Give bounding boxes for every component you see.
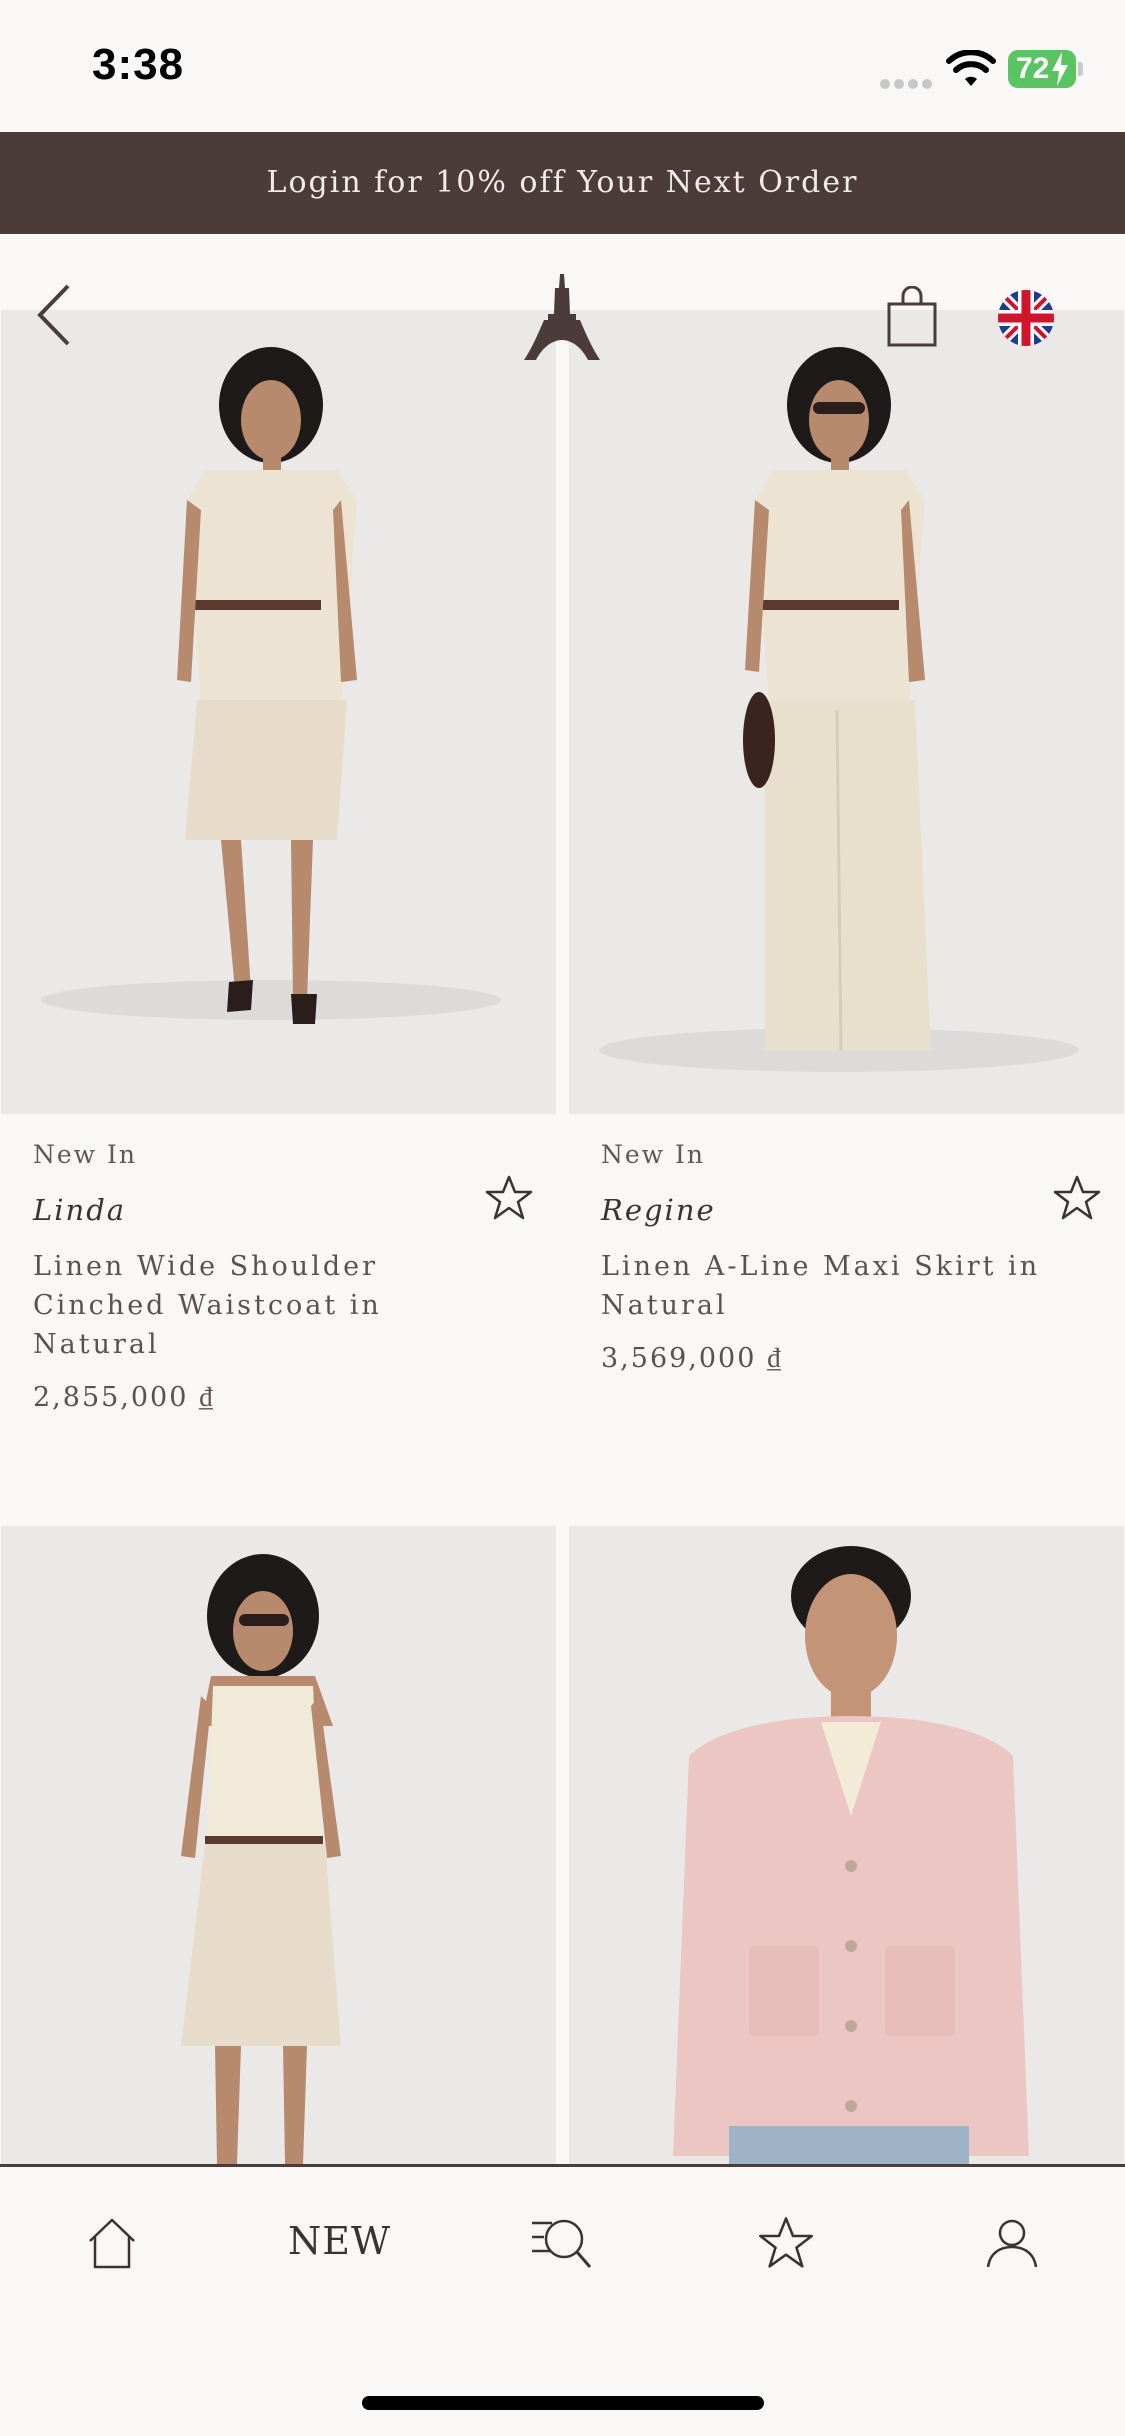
product-tag: New In: [33, 1140, 137, 1169]
status-bar: 3:38 72: [0, 0, 1125, 132]
product-image[interactable]: [1, 310, 556, 1114]
product-image[interactable]: [569, 310, 1124, 1114]
product-price: 3,569,000 ₫: [601, 1343, 783, 1374]
status-time: 3:38: [92, 40, 185, 89]
product-card[interactable]: New In Regine Linen A-Line Maxi Skirt in…: [569, 310, 1124, 1450]
product-meta: New In Linda Linen Wide Shoulder Cinched…: [33, 1140, 503, 1413]
star-icon: [759, 2217, 813, 2268]
star-icon[interactable]: [485, 1174, 533, 1222]
product-meta: New In Regine Linen A-Line Maxi Skirt in…: [601, 1140, 1071, 1374]
product-title[interactable]: Linen Wide Shoulder Cinched Waistcoat in…: [33, 1247, 503, 1364]
eiffel-tower-logo-icon[interactable]: [524, 274, 600, 360]
home-icon: [89, 2218, 135, 2269]
chevron-left-icon[interactable]: [30, 280, 80, 350]
product-image[interactable]: [1, 1526, 556, 2164]
product-brand[interactable]: Linda: [33, 1193, 503, 1227]
model-photo: [599, 347, 1079, 1072]
shopping-bag-icon[interactable]: [886, 286, 938, 348]
charging-bolt-icon: [1052, 52, 1068, 86]
product-tag: New In: [601, 1140, 705, 1169]
product-title[interactable]: Linen A-Line Maxi Skirt in Natural: [601, 1247, 1071, 1325]
tab-account[interactable]: [984, 2215, 1040, 2271]
tab-favorites[interactable]: [758, 2215, 814, 2271]
search-list-icon: [532, 2219, 592, 2268]
product-price: 2,855,000 ₫: [33, 1382, 215, 1413]
battery-tip: [1078, 62, 1083, 76]
model-photo: [673, 1546, 1029, 2164]
product-card[interactable]: [569, 1526, 1124, 2164]
product-brand[interactable]: Regine: [601, 1193, 1071, 1227]
star-icon[interactable]: [1053, 1174, 1101, 1222]
tab-new[interactable]: NEW: [288, 2219, 391, 2263]
cellular-signal-icon: [880, 74, 936, 89]
product-image[interactable]: [569, 1526, 1124, 2164]
product-card[interactable]: [1, 1526, 556, 2164]
uk-flag-icon[interactable]: [998, 290, 1054, 346]
tab-home[interactable]: [84, 2215, 140, 2271]
wifi-icon: [946, 50, 996, 86]
home-indicator[interactable]: [362, 2396, 764, 2410]
tab-search[interactable]: [530, 2215, 594, 2271]
user-icon: [986, 2219, 1038, 2268]
model-photo: [41, 347, 501, 1024]
model-photo: [181, 1554, 341, 2164]
product-card[interactable]: New In Linda Linen Wide Shoulder Cinched…: [1, 310, 556, 1450]
promo-banner[interactable]: Login for 10% off Your Next Order: [0, 132, 1125, 234]
